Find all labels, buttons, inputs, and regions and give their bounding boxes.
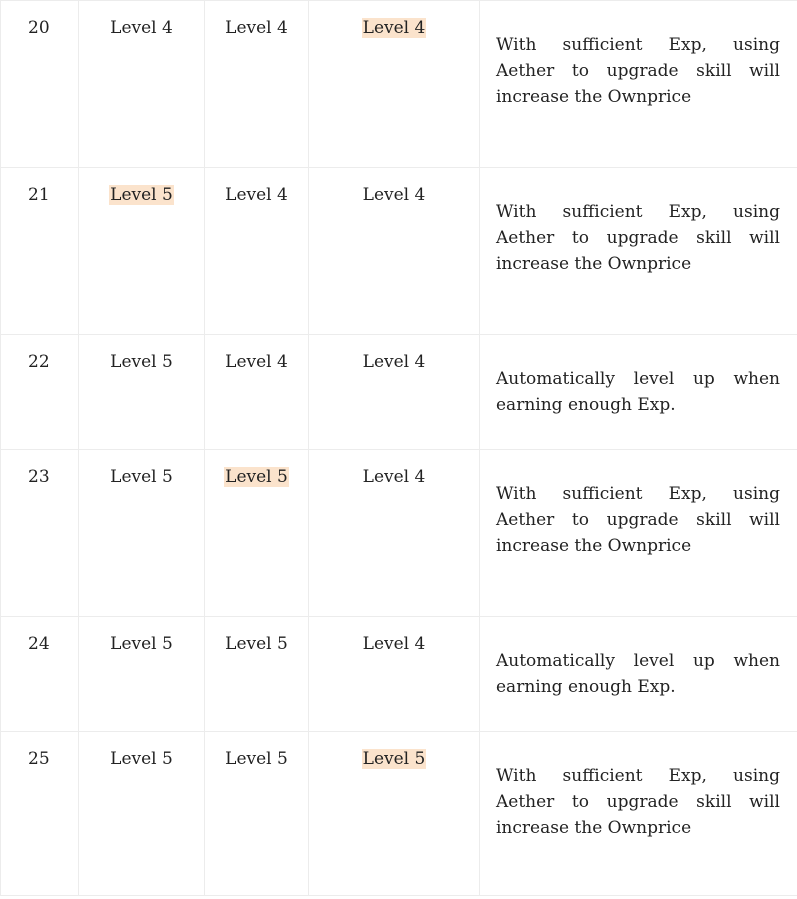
level-cell-a: Level 5 (78, 449, 205, 617)
table-row: 21 Level 5 Level 4 Level 4 With sufficie… (0, 167, 797, 335)
table-row: 20 Level 4 Level 4 Level 4 With sufficie… (0, 0, 797, 168)
level-cell-a: Level 5 (78, 616, 205, 732)
level-cell-c: Level 4 (308, 0, 480, 168)
table-row: 24 Level 5 Level 5 Level 4 Automatically… (0, 616, 797, 732)
level-description: With sufficient Exp, using Aether to upg… (479, 167, 797, 335)
level-cell-b: Level 4 (204, 334, 309, 450)
level-description: Automatically level up when earning enou… (479, 616, 797, 732)
level-cell-c: Level 5 (308, 731, 480, 896)
level-cell-b: Level 5 (204, 449, 309, 617)
level-description: With sufficient Exp, using Aether to upg… (479, 449, 797, 617)
level-number: 23 (0, 449, 79, 617)
level-cell-b: Level 4 (204, 0, 309, 168)
level-cell-c: Level 4 (308, 616, 480, 732)
level-cell-b: Level 5 (204, 616, 309, 732)
level-cell-a: Level 5 (78, 167, 205, 335)
table-row: 23 Level 5 Level 5 Level 4 With sufficie… (0, 449, 797, 617)
level-cell-a: Level 5 (78, 731, 205, 896)
level-number: 20 (0, 0, 79, 168)
level-cell-a: Level 4 (78, 0, 205, 168)
level-number: 25 (0, 731, 79, 896)
level-cell-b: Level 4 (204, 167, 309, 335)
level-number: 24 (0, 616, 79, 732)
table-row: 22 Level 5 Level 4 Level 4 Automatically… (0, 334, 797, 450)
table-row: 25 Level 5 Level 5 Level 5 With sufficie… (0, 731, 797, 896)
level-table: 20 Level 4 Level 4 Level 4 With sufficie… (0, 0, 797, 896)
level-cell-b: Level 5 (204, 731, 309, 896)
level-description: Automatically level up when earning enou… (479, 334, 797, 450)
level-cell-c: Level 4 (308, 449, 480, 617)
level-description: With sufficient Exp, using Aether to upg… (479, 731, 797, 896)
level-cell-c: Level 4 (308, 334, 480, 450)
level-number: 22 (0, 334, 79, 450)
level-description: With sufficient Exp, using Aether to upg… (479, 0, 797, 168)
level-cell-a: Level 5 (78, 334, 205, 450)
level-number: 21 (0, 167, 79, 335)
level-cell-c: Level 4 (308, 167, 480, 335)
